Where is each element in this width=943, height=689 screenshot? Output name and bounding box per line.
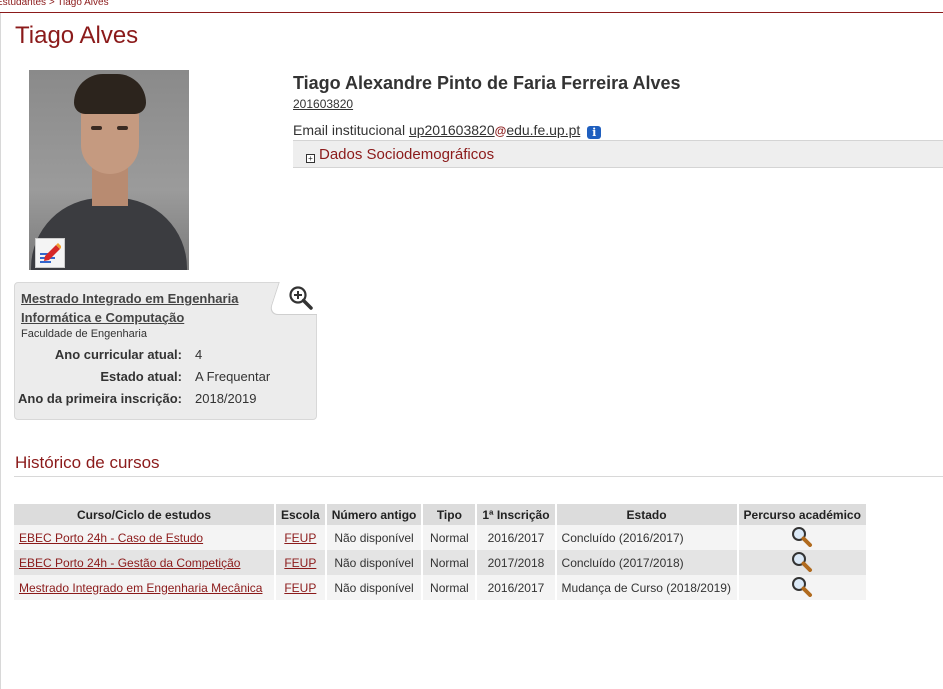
student-number-link[interactable]: 201603820 — [293, 97, 353, 111]
edit-photo-icon — [40, 243, 61, 263]
course-cell: EBEC Porto 24h - Gestão da Competição — [14, 550, 274, 575]
page-title: Tiago Alves — [15, 22, 139, 49]
type-cell: Normal — [423, 550, 476, 575]
info-row-status: Estado atual: A Frequentar — [15, 369, 316, 391]
first-enrollment-cell: 2016/2017 — [477, 575, 555, 600]
academic-path-cell — [738, 525, 866, 550]
status-cell: Mudança de Curso (2018/2019) — [556, 575, 737, 600]
current-course-link[interactable]: Mestrado Integrado em Engenharia Informá… — [21, 289, 271, 327]
old-number-cell: Não disponível — [326, 575, 422, 600]
status-cell: Concluído (2017/2018) — [556, 550, 737, 575]
old-number-cell: Não disponível — [326, 525, 422, 550]
info-label: Ano curricular atual: — [54, 347, 182, 362]
course-info-rows: Ano curricular atual: 4 Estado atual: A … — [15, 347, 316, 413]
course-history-divider — [14, 476, 943, 477]
course-cell: EBEC Porto 24h - Caso de Estudo — [14, 525, 274, 550]
email-user-link[interactable]: up201603820 — [409, 122, 495, 138]
first-enrollment-cell: 2016/2017 — [477, 525, 555, 550]
edit-photo-button[interactable] — [35, 238, 65, 268]
breadcrumb[interactable]: Estudantes > Tiago Alves — [0, 0, 943, 13]
sociodemographic-label[interactable]: Dados Sociodemográficos — [319, 146, 494, 163]
course-cell: Mestrado Integrado em Engenharia Mecânic… — [14, 575, 274, 600]
course-link[interactable]: EBEC Porto 24h - Gestão da Competição — [19, 556, 240, 570]
magnifier-icon[interactable] — [791, 551, 813, 572]
column-header: Número antigo — [326, 504, 422, 525]
info-value: 4 — [195, 347, 203, 362]
magnifier-icon[interactable] — [791, 576, 813, 597]
academic-path-cell — [738, 550, 866, 575]
column-header: 1ª Inscrição — [477, 504, 555, 525]
info-row-first-enrollment: Ano da primeira inscrição: 2018/2019 — [15, 391, 316, 413]
school-cell: FEUP — [276, 550, 325, 575]
first-enrollment-cell: 2017/2018 — [477, 550, 555, 575]
column-header: Escola — [276, 504, 325, 525]
table-header-row: Curso/Ciclo de estudos Escola Número ant… — [14, 504, 866, 525]
email-label: Email institucional — [293, 122, 406, 138]
photo-hair — [74, 74, 146, 114]
breadcrumb-text[interactable]: Estudantes > Tiago Alves — [0, 0, 109, 8]
column-header: Curso/Ciclo de estudos — [14, 504, 274, 525]
current-course-card: Mestrado Integrado em Engenharia Informá… — [14, 282, 328, 420]
course-history-table: Curso/Ciclo de estudos Escola Número ant… — [12, 504, 868, 600]
email-at-symbol: @ — [494, 124, 507, 138]
type-cell: Normal — [423, 575, 476, 600]
info-label: Ano da primeira inscrição: — [18, 391, 182, 406]
zoom-in-icon[interactable] — [288, 285, 314, 311]
sociodemographic-toggle[interactable]: + Dados Sociodemográficos — [293, 140, 943, 168]
email-domain-link[interactable]: edu.fe.up.pt — [506, 122, 580, 138]
course-history-title: Histórico de cursos — [15, 453, 160, 472]
school-link[interactable]: FEUP — [284, 531, 316, 545]
old-number-cell: Não disponível — [326, 550, 422, 575]
student-full-name: Tiago Alexandre Pinto de Faria Ferreira … — [293, 73, 681, 93]
page-left-border — [0, 13, 1, 689]
school-link[interactable]: FEUP — [284, 556, 316, 570]
info-icon[interactable]: i — [587, 126, 602, 139]
column-header: Estado — [556, 504, 737, 525]
status-cell: Concluído (2016/2017) — [556, 525, 737, 550]
info-value: 2018/2019 — [195, 391, 257, 406]
magnifier-icon[interactable] — [791, 526, 813, 547]
expand-plus-icon[interactable]: + — [306, 154, 315, 163]
column-header: Tipo — [423, 504, 476, 525]
info-row-curricular-year: Ano curricular atual: 4 — [15, 347, 316, 369]
course-link[interactable]: EBEC Porto 24h - Caso de Estudo — [19, 531, 203, 545]
institutional-email: Email institucional up201603820@edu.fe.u… — [293, 122, 602, 139]
table-row: EBEC Porto 24h - Gestão da Competição FE… — [14, 550, 866, 575]
photo-eye-left — [91, 126, 102, 130]
academic-path-cell — [738, 575, 866, 600]
school-cell: FEUP — [276, 575, 325, 600]
type-cell: Normal — [423, 525, 476, 550]
info-label: Estado atual: — [100, 369, 182, 384]
course-link[interactable]: Mestrado Integrado em Engenharia Mecânic… — [19, 581, 262, 595]
table-row: Mestrado Integrado em Engenharia Mecânic… — [14, 575, 866, 600]
column-header: Percurso académico — [738, 504, 866, 525]
faculty-name: Faculdade de Engenharia — [21, 328, 147, 340]
photo-eye-right — [117, 126, 128, 130]
table-row: EBEC Porto 24h - Caso de Estudo FEUP Não… — [14, 525, 866, 550]
school-link[interactable]: FEUP — [284, 581, 316, 595]
school-cell: FEUP — [276, 525, 325, 550]
info-value: A Frequentar — [195, 369, 271, 384]
